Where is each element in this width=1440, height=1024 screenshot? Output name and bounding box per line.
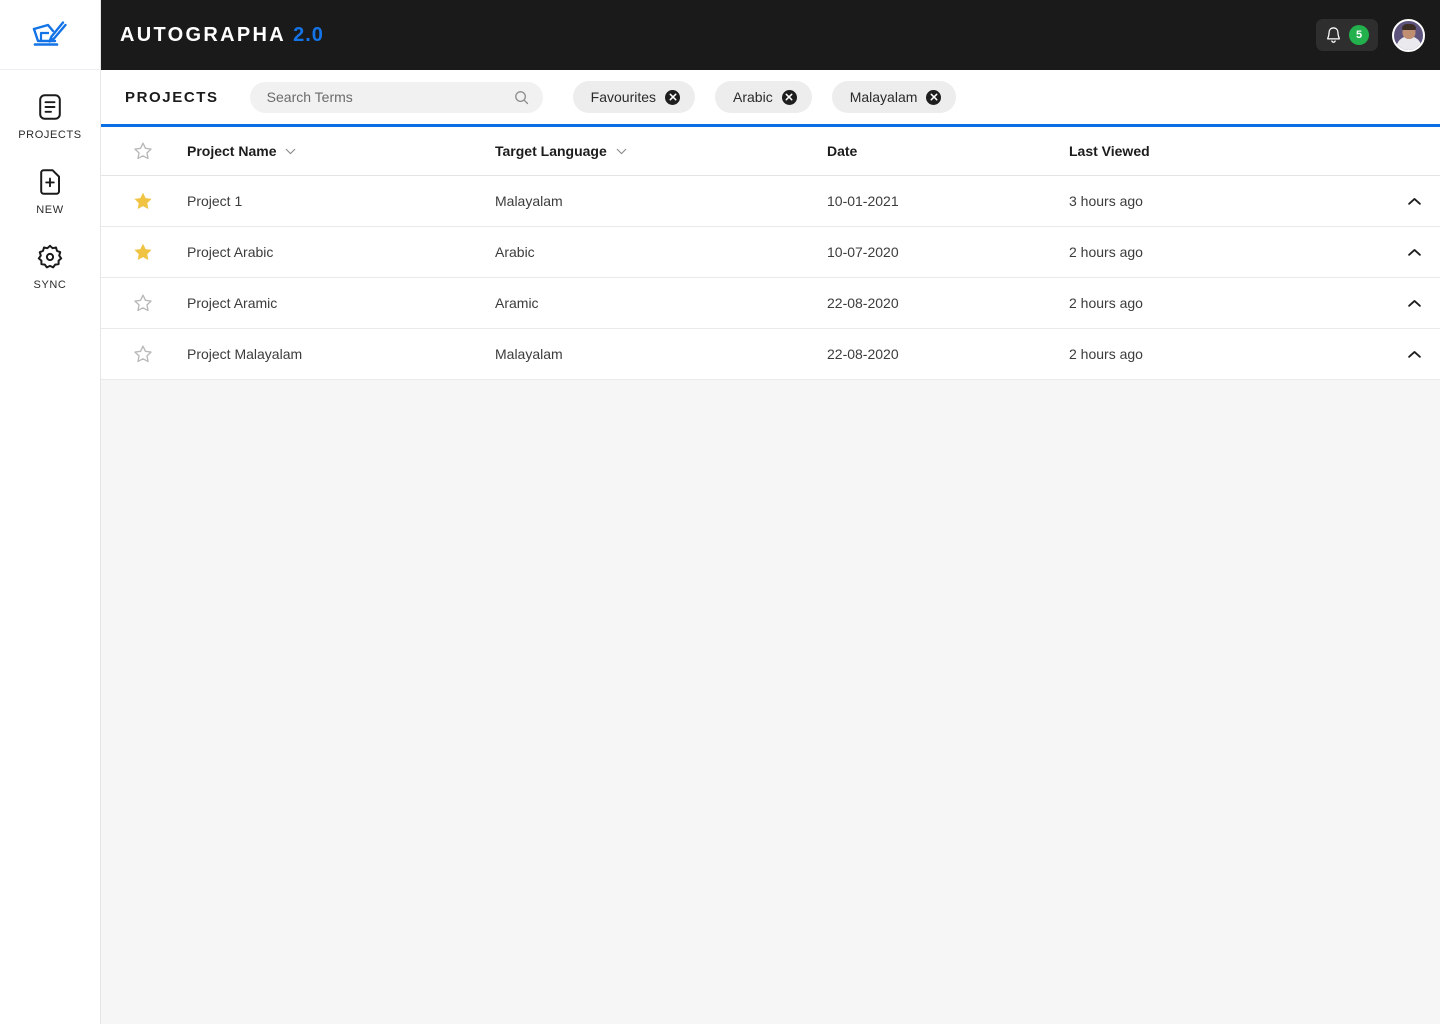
cell-last-viewed: 2 hours ago [1069, 346, 1143, 362]
app-root: PROJECTS NEW SYNC AUTOGRAPHA 2.0 5 PROJE… [0, 0, 1440, 1024]
top-bar-actions: 5 [1316, 18, 1425, 52]
header-label: Date [827, 143, 858, 159]
brand-version: 2.0 [293, 23, 324, 46]
chevron-up-icon [1407, 299, 1422, 308]
favourite-toggle[interactable] [101, 242, 185, 262]
document-plus-icon [35, 167, 65, 197]
cell-target-language: Arabic [495, 244, 535, 260]
brand-title: AUTOGRAPHA 2.0 [120, 24, 324, 47]
table-row[interactable]: Project Aramic Aramic 22-08-2020 2 hours… [101, 278, 1440, 329]
star-outline-icon [133, 344, 153, 364]
cell-target-language: Malayalam [495, 193, 563, 209]
avatar[interactable] [1392, 18, 1425, 52]
bell-icon [1325, 26, 1342, 44]
sidebar: PROJECTS NEW SYNC [0, 0, 101, 1024]
avatar-hair [1401, 23, 1416, 30]
chip-label: Favourites [590, 89, 657, 105]
cell-target-language: Aramic [495, 295, 539, 311]
brand-name: AUTOGRAPHA [120, 23, 286, 46]
cell-date: 10-07-2020 [827, 244, 899, 260]
close-icon[interactable] [665, 89, 681, 105]
favourite-toggle[interactable] [101, 293, 185, 313]
gear-icon [35, 242, 65, 272]
cell-last-viewed: 3 hours ago [1069, 193, 1143, 209]
sidebar-item-label: SYNC [33, 279, 67, 291]
close-icon[interactable] [781, 89, 797, 105]
chevron-up-icon [1407, 197, 1422, 206]
table-row[interactable]: Project 1 Malayalam 10-01-2021 3 hours a… [101, 176, 1440, 227]
app-logo[interactable] [0, 0, 100, 70]
page-title: PROJECTS [125, 88, 219, 106]
table-header-row: Project Name Target Language Date Last V… [101, 127, 1440, 176]
chip-label: Arabic [733, 89, 773, 105]
search-box[interactable] [249, 81, 543, 113]
cell-project-name: Project Arabic [187, 244, 274, 260]
header-label: Project Name [187, 143, 277, 159]
header-last-viewed: Last Viewed [1069, 143, 1382, 159]
document-list-icon [35, 92, 65, 122]
sidebar-item-sync[interactable]: SYNC [0, 242, 101, 291]
sidebar-item-projects[interactable]: PROJECTS [0, 92, 101, 141]
row-collapse-toggle[interactable] [1382, 350, 1422, 359]
cell-last-viewed: 2 hours ago [1069, 295, 1143, 311]
star-filled-icon [133, 242, 153, 262]
cell-last-viewed: 2 hours ago [1069, 244, 1143, 260]
notification-count-badge: 5 [1349, 25, 1369, 45]
row-collapse-toggle[interactable] [1382, 299, 1422, 308]
header-favourite-column [101, 141, 185, 161]
header-project-name[interactable]: Project Name [185, 143, 495, 159]
chevron-down-icon[interactable] [616, 148, 627, 155]
table-row[interactable]: Project Arabic Arabic 10-07-2020 2 hours… [101, 227, 1440, 278]
quill-pen-icon [32, 20, 67, 46]
filter-chips: Favourites Arabic Malayalam [572, 81, 957, 113]
chip-label: Malayalam [849, 89, 918, 105]
table-row[interactable]: Project Malayalam Malayalam 22-08-2020 2… [101, 329, 1440, 380]
top-bar: AUTOGRAPHA 2.0 5 [101, 0, 1440, 70]
search-input[interactable] [249, 89, 543, 105]
favourite-toggle[interactable] [101, 344, 185, 364]
filter-chip-arabic[interactable]: Arabic [715, 81, 812, 113]
sidebar-item-label: NEW [36, 204, 64, 216]
header-date: Date [827, 143, 1069, 159]
projects-toolbar: PROJECTS Favourites Arabic [101, 70, 1440, 124]
row-collapse-toggle[interactable] [1382, 197, 1422, 206]
cell-date: 10-01-2021 [827, 193, 899, 209]
cell-project-name: Project 1 [187, 193, 243, 209]
header-target-language[interactable]: Target Language [495, 143, 827, 159]
star-filled-icon [133, 191, 153, 211]
star-outline-icon [133, 293, 153, 313]
cell-target-language: Malayalam [495, 346, 563, 362]
chevron-down-icon[interactable] [285, 148, 296, 155]
close-icon[interactable] [926, 89, 942, 105]
sidebar-item-label: PROJECTS [18, 129, 82, 141]
cell-project-name: Project Malayalam [187, 346, 303, 362]
cell-project-name: Project Aramic [187, 295, 278, 311]
header-label: Target Language [495, 143, 607, 159]
chevron-up-icon [1407, 350, 1422, 359]
header-label: Last Viewed [1069, 143, 1150, 159]
chevron-up-icon [1407, 248, 1422, 257]
projects-table: Project Name Target Language Date Last V… [101, 127, 1440, 380]
projects-content: Project Name Target Language Date Last V… [101, 127, 1440, 1024]
sidebar-nav: PROJECTS NEW SYNC [0, 70, 100, 291]
cell-date: 22-08-2020 [827, 346, 899, 362]
notifications-button[interactable]: 5 [1316, 19, 1378, 51]
star-outline-icon [133, 141, 153, 161]
filter-chip-malayalam[interactable]: Malayalam [831, 81, 957, 113]
filter-chip-favourites[interactable]: Favourites [572, 81, 696, 113]
sidebar-item-new[interactable]: NEW [0, 167, 101, 216]
row-collapse-toggle[interactable] [1382, 248, 1422, 257]
favourite-toggle[interactable] [101, 191, 185, 211]
cell-date: 22-08-2020 [827, 295, 899, 311]
